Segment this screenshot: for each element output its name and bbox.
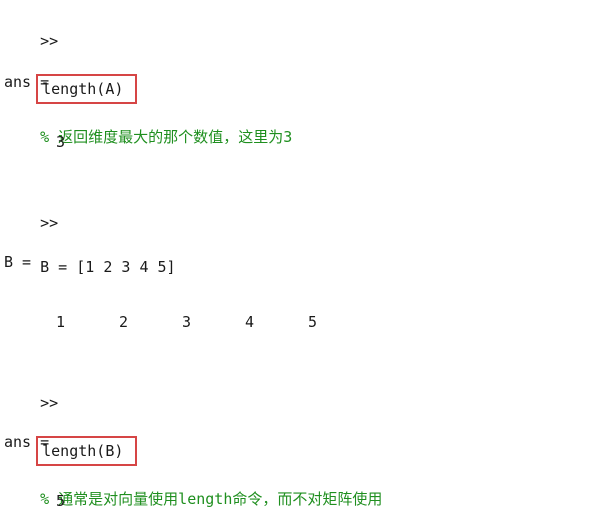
command-text: length(B) (42, 442, 124, 460)
prompt: >> (40, 214, 59, 232)
b-value-4: 4 (245, 313, 255, 331)
command-line-2: >> B = [1 2 3 4 5] (4, 190, 175, 276)
command-line-1: >> length(A) % 返回维度最大的那个数值，这里为3 (4, 8, 292, 146)
b-value-1: 1 (56, 313, 66, 331)
matlab-command-window[interactable]: >> length(A) % 返回维度最大的那个数值，这里为3 ans = 3 … (0, 0, 601, 522)
ans-label-1: ans = (4, 73, 50, 91)
prompt: >> (40, 394, 59, 412)
ans-label-2: ans = (4, 433, 50, 451)
prompt: >> (40, 32, 59, 50)
command-line-3: >> length(B) % 通常是对向量使用length命令，而不对矩阵使用 (4, 370, 382, 508)
comment-text: % 返回维度最大的那个数值，这里为3 (40, 128, 293, 146)
b-value-2: 2 (119, 313, 129, 331)
b-value-3: 3 (182, 313, 192, 331)
ans-value-1: 3 (56, 133, 66, 151)
command-text: B = [1 2 3 4 5] (40, 258, 176, 276)
comment-text: % 通常是对向量使用length命令，而不对矩阵使用 (40, 490, 383, 508)
b-label: B = (4, 253, 32, 271)
b-value-5: 5 (308, 313, 318, 331)
highlighted-command-length-b: length(B) (36, 436, 138, 466)
ans-value-2: 5 (56, 492, 66, 510)
highlighted-command-length-a: length(A) (36, 74, 138, 104)
command-text: length(A) (42, 80, 124, 98)
